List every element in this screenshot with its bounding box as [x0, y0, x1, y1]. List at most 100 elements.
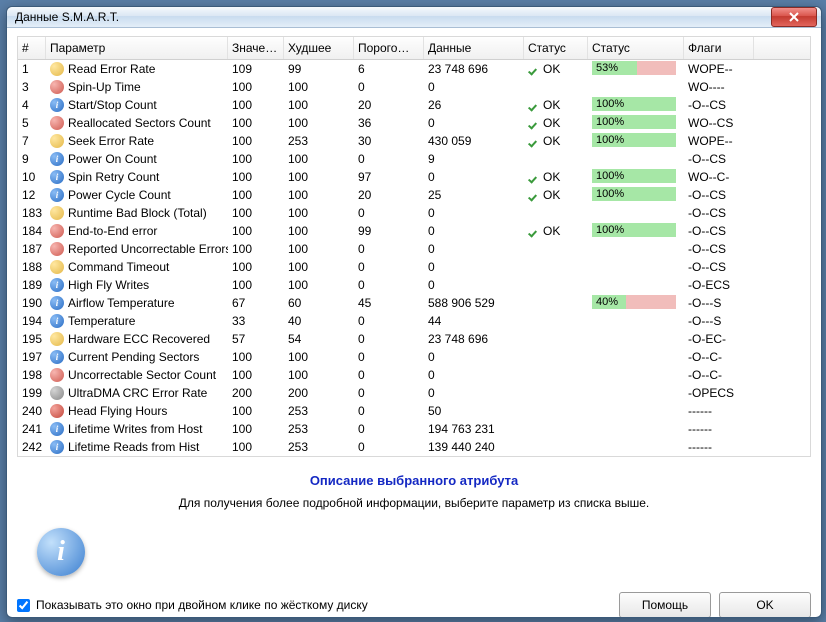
- table-row[interactable]: 240Head Flying Hours100253050------: [18, 402, 810, 420]
- cell-val: 67: [228, 296, 284, 310]
- cell-flags: -OPECS: [684, 386, 754, 400]
- table-row[interactable]: 199UltraDMA CRC Error Rate20020000-OPECS: [18, 384, 810, 402]
- attr-icon: [50, 440, 64, 454]
- table-row[interactable]: 197Current Pending Sectors10010000-O--C-: [18, 348, 810, 366]
- table-row[interactable]: 184End-to-End error100100990OK100%-O--CS: [18, 222, 810, 240]
- cell-flags: -O--C-: [684, 350, 754, 364]
- table-row[interactable]: 7Seek Error Rate10025330430 059OK100%WOP…: [18, 132, 810, 150]
- cell-val: 100: [228, 422, 284, 436]
- status-bar: 100%: [592, 223, 676, 237]
- table-row[interactable]: 183Runtime Bad Block (Total)10010000-O--…: [18, 204, 810, 222]
- param-label: Reallocated Sectors Count: [68, 116, 211, 130]
- ok-button[interactable]: OK: [719, 592, 811, 618]
- cell-param: Lifetime Writes from Host: [46, 422, 228, 436]
- table-row[interactable]: 194Temperature3340044-O---S: [18, 312, 810, 330]
- col-data[interactable]: Данные: [424, 37, 524, 59]
- cell-status-bar: 40%: [588, 295, 684, 312]
- table-row[interactable]: 4Start/Stop Count1001002026OK100%-O--CS: [18, 96, 810, 114]
- cell-flags: -O--CS: [684, 152, 754, 166]
- table-row[interactable]: 12Power Cycle Count1001002025OK100%-O--C…: [18, 186, 810, 204]
- cell-val: 100: [228, 224, 284, 238]
- cell-id: 199: [18, 386, 46, 400]
- cell-flags: -O-EC-: [684, 332, 754, 346]
- cell-thr: 0: [354, 332, 424, 346]
- col-param[interactable]: Параметр: [46, 37, 228, 59]
- table-row[interactable]: 189High Fly Writes10010000-O-ECS: [18, 276, 810, 294]
- col-thresh[interactable]: Порого…: [354, 37, 424, 59]
- cell-param: UltraDMA CRC Error Rate: [46, 386, 228, 400]
- cell-data: 50: [424, 404, 524, 418]
- col-status2[interactable]: Статус: [588, 37, 684, 59]
- table-body: 1Read Error Rate10999623 748 696OK53%WOP…: [18, 60, 810, 456]
- cell-worst: 100: [284, 260, 354, 274]
- check-icon: [528, 117, 540, 129]
- cell-thr: 0: [354, 422, 424, 436]
- table-row[interactable]: 187Reported Uncorrectable Errors10010000…: [18, 240, 810, 258]
- cell-flags: ------: [684, 404, 754, 418]
- table-row[interactable]: 241Lifetime Writes from Host1002530194 7…: [18, 420, 810, 438]
- smart-dialog: Данные S.M.A.R.T. # Параметр Значе… Худш…: [6, 6, 822, 618]
- check-icon: [528, 189, 540, 201]
- cell-val: 100: [228, 170, 284, 184]
- window-title: Данные S.M.A.R.T.: [15, 10, 771, 24]
- cell-data: 23 748 696: [424, 62, 524, 76]
- cell-data: 0: [424, 206, 524, 220]
- cell-param: Start/Stop Count: [46, 98, 228, 112]
- attr-icon: [50, 314, 64, 328]
- cell-val: 200: [228, 386, 284, 400]
- cell-val: 100: [228, 404, 284, 418]
- cell-worst: 100: [284, 350, 354, 364]
- table-row[interactable]: 5Reallocated Sectors Count100100360OK100…: [18, 114, 810, 132]
- cell-data: 0: [424, 80, 524, 94]
- cell-param: Reallocated Sectors Count: [46, 116, 228, 130]
- titlebar[interactable]: Данные S.M.A.R.T.: [7, 7, 821, 28]
- show-on-dblclick-input[interactable]: [17, 599, 30, 612]
- smart-table: # Параметр Значе… Худшее Порого… Данные …: [17, 36, 811, 457]
- show-on-dblclick-checkbox[interactable]: Показывать это окно при двойном клике по…: [17, 598, 368, 612]
- table-row[interactable]: 3Spin-Up Time10010000WO----: [18, 78, 810, 96]
- col-status[interactable]: Статус: [524, 37, 588, 59]
- cell-val: 100: [228, 188, 284, 202]
- col-value[interactable]: Значе…: [228, 37, 284, 59]
- table-row[interactable]: 242Lifetime Reads from Hist1002530139 44…: [18, 438, 810, 456]
- cell-data: 0: [424, 116, 524, 130]
- cell-status-bar: 100%: [588, 97, 684, 114]
- cell-param: Airflow Temperature: [46, 296, 228, 310]
- table-row[interactable]: 198Uncorrectable Sector Count10010000-O-…: [18, 366, 810, 384]
- table-row[interactable]: 188Command Timeout10010000-O--CS: [18, 258, 810, 276]
- attr-icon: [50, 116, 64, 130]
- col-flags[interactable]: Флаги: [684, 37, 754, 59]
- attr-icon: [50, 80, 64, 94]
- check-icon: [528, 99, 540, 111]
- cell-status: OK: [524, 188, 588, 202]
- cell-worst: 100: [284, 242, 354, 256]
- cell-worst: 253: [284, 422, 354, 436]
- table-row[interactable]: 190Airflow Temperature676045588 906 5294…: [18, 294, 810, 312]
- cell-id: 240: [18, 404, 46, 418]
- attr-icon: [50, 242, 64, 256]
- cell-thr: 45: [354, 296, 424, 310]
- attr-icon: [50, 170, 64, 184]
- cell-thr: 36: [354, 116, 424, 130]
- col-worst[interactable]: Худшее: [284, 37, 354, 59]
- cell-worst: 100: [284, 206, 354, 220]
- cell-val: 100: [228, 116, 284, 130]
- table-row[interactable]: 195Hardware ECC Recovered5754023 748 696…: [18, 330, 810, 348]
- cell-param: Power Cycle Count: [46, 188, 228, 202]
- close-button[interactable]: [771, 7, 817, 27]
- attr-icon: [50, 152, 64, 166]
- description-block: Описание выбранного атрибута Для получен…: [17, 467, 811, 522]
- table-row[interactable]: 9Power On Count10010009-O--CS: [18, 150, 810, 168]
- param-label: Power Cycle Count: [68, 188, 171, 202]
- cell-worst: 100: [284, 224, 354, 238]
- table-row[interactable]: 10Spin Retry Count100100970OK100%WO--C-: [18, 168, 810, 186]
- table-header[interactable]: # Параметр Значе… Худшее Порого… Данные …: [18, 37, 810, 60]
- table-row[interactable]: 1Read Error Rate10999623 748 696OK53%WOP…: [18, 60, 810, 78]
- help-button[interactable]: Помощь: [619, 592, 711, 618]
- col-id[interactable]: #: [18, 37, 46, 59]
- attr-icon: [50, 278, 64, 292]
- cell-thr: 97: [354, 170, 424, 184]
- cell-status: OK: [524, 62, 588, 76]
- cell-param: End-to-End error: [46, 224, 228, 238]
- cell-val: 100: [228, 152, 284, 166]
